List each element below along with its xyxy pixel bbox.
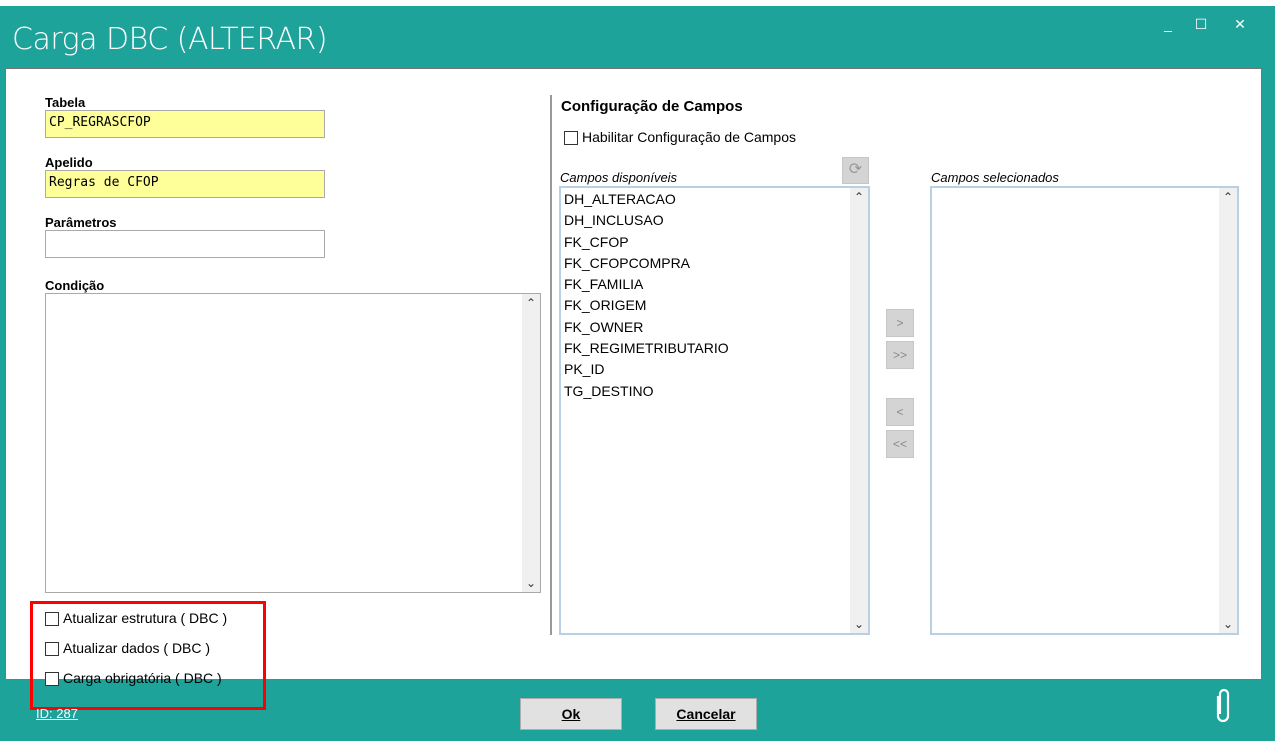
scrollbar[interactable]: ⌃ ⌄ <box>850 188 868 633</box>
refresh-icon[interactable]: ⟳ <box>842 157 869 184</box>
remove-all-button[interactable]: << <box>886 430 914 458</box>
parametros-input[interactable] <box>45 230 325 258</box>
field-list-item[interactable]: FK_CFOP <box>561 232 868 253</box>
field-list-item[interactable]: DH_ALTERACAO <box>561 189 868 210</box>
apelido-label: Apelido <box>45 155 93 170</box>
scrollbar[interactable]: ⌃ ⌄ <box>1219 188 1237 633</box>
checkbox[interactable] <box>564 131 578 146</box>
chevron-up-icon[interactable]: ⌃ <box>522 296 540 310</box>
condicao-textarea[interactable]: ⌃ ⌄ <box>45 293 541 593</box>
chevron-up-icon[interactable]: ⌃ <box>1219 190 1237 204</box>
chevron-down-icon[interactable]: ⌄ <box>522 576 540 590</box>
scrollbar[interactable]: ⌃ ⌄ <box>522 294 540 592</box>
selected-fields-list[interactable]: ⌃ ⌄ <box>930 186 1239 635</box>
maximize-button[interactable]: ☐ <box>1189 16 1213 33</box>
apelido-input[interactable]: Regras de CFOP <box>45 170 325 198</box>
field-list-item[interactable]: TG_DESTINO <box>561 381 868 402</box>
highlight-box <box>30 601 266 710</box>
selected-label: Campos selecionados <box>931 170 1059 185</box>
background-window-strip <box>0 0 1275 6</box>
move-one-button[interactable]: > <box>886 309 914 337</box>
condicao-label: Condição <box>45 278 105 293</box>
field-list-item[interactable]: FK_FAMILIA <box>561 274 868 295</box>
cancel-button[interactable]: Cancelar <box>655 698 757 730</box>
minimize-button[interactable]: _ <box>1156 16 1180 32</box>
chevron-down-icon[interactable]: ⌄ <box>850 617 868 631</box>
divider <box>550 95 552 635</box>
tabela-input[interactable]: CP_REGRASCFOP <box>45 110 325 138</box>
field-list-item[interactable]: PK_ID <box>561 359 868 380</box>
paperclip-icon[interactable] <box>1211 686 1235 729</box>
field-list-item[interactable]: FK_CFOPCOMPRA <box>561 253 868 274</box>
remove-one-button[interactable]: < <box>886 398 914 426</box>
field-list-item[interactable]: DH_INCLUSAO <box>561 210 868 231</box>
ok-button[interactable]: Ok <box>520 698 622 730</box>
available-label: Campos disponíveis <box>560 170 678 185</box>
window-title: Carga DBC (ALTERAR) <box>12 22 328 57</box>
tabela-label: Tabela <box>45 95 86 110</box>
close-button[interactable]: ✕ <box>1228 16 1252 33</box>
chevron-down-icon[interactable]: ⌄ <box>1219 617 1237 631</box>
available-fields-list[interactable]: DH_ALTERACAO DH_INCLUSAO FK_CFOP FK_CFOPCOM… <box>559 186 870 635</box>
enable-config-label: Habilitar Configuração de Campos <box>582 129 796 145</box>
config-title: Configuração de Campos <box>561 98 743 115</box>
enable-config-checkbox[interactable]: Habilitar Configuração de Campos <box>564 129 796 146</box>
field-list-item[interactable]: FK_ORIGEM <box>561 295 868 316</box>
chevron-up-icon[interactable]: ⌃ <box>850 190 868 204</box>
field-list-item[interactable]: FK_OWNER <box>561 317 868 338</box>
parametros-label: Parâmetros <box>45 215 117 230</box>
record-id-link[interactable]: ID: 287 <box>36 706 78 721</box>
move-all-button[interactable]: >> <box>886 341 914 369</box>
field-list-item[interactable]: FK_REGIMETRIBUTARIO <box>561 338 868 359</box>
